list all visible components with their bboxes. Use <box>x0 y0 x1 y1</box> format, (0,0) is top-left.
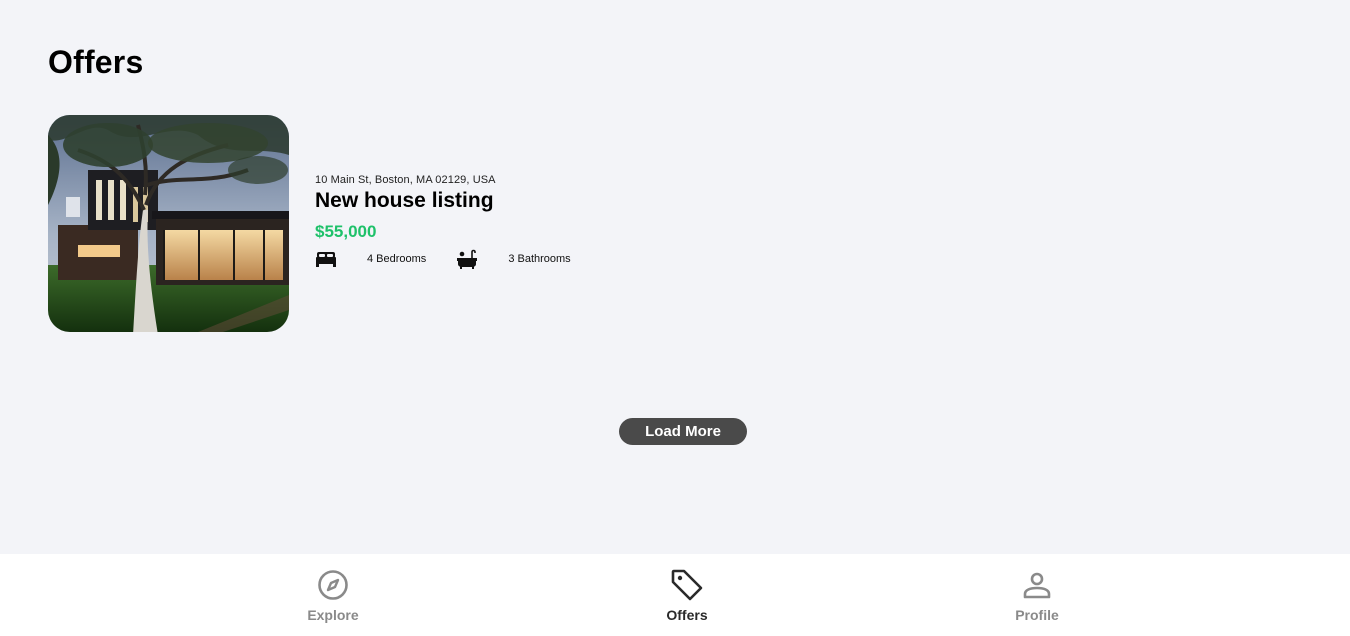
offers-page: Offers 10 Main St, Boston, MA 02129, USA… <box>0 0 1350 636</box>
nav-label-offers: Offers <box>666 607 708 623</box>
nav-item-offers[interactable]: Offers <box>627 554 747 636</box>
bedrooms-label: 4 Bedrooms <box>367 253 427 265</box>
listing-photo[interactable] <box>48 115 289 332</box>
feature-bedrooms: 4 Bedrooms <box>315 249 426 269</box>
nav-item-profile[interactable]: Profile <box>977 554 1097 636</box>
listing-price: $55,000 <box>315 222 377 241</box>
listing-address: 10 Main St, Boston, MA 02129, USA <box>315 174 496 186</box>
load-more-button[interactable]: Load More <box>619 418 747 445</box>
page-title: Offers <box>48 44 144 80</box>
listing-info: 10 Main St, Boston, MA 02129, USA New ho… <box>315 174 571 269</box>
feature-bathrooms: 3 Bathrooms <box>456 249 571 269</box>
tag-icon <box>670 568 704 602</box>
nav-label-explore: Explore <box>307 607 359 623</box>
nav-item-explore[interactable]: Explore <box>273 554 393 636</box>
listing-features: 4 Bedrooms 3 Bathrooms <box>315 249 571 269</box>
nav-label-profile: Profile <box>1015 607 1059 623</box>
listing-title[interactable]: New house listing <box>315 189 571 213</box>
bathrooms-label: 3 Bathrooms <box>508 253 571 265</box>
bottom-nav: Explore Offers Profile <box>0 554 1350 636</box>
person-icon <box>1022 568 1052 602</box>
bed-icon <box>315 249 337 269</box>
listing-card[interactable]: 10 Main St, Boston, MA 02129, USA New ho… <box>48 115 571 332</box>
compass-icon <box>317 568 349 602</box>
bathtub-icon <box>456 249 478 269</box>
